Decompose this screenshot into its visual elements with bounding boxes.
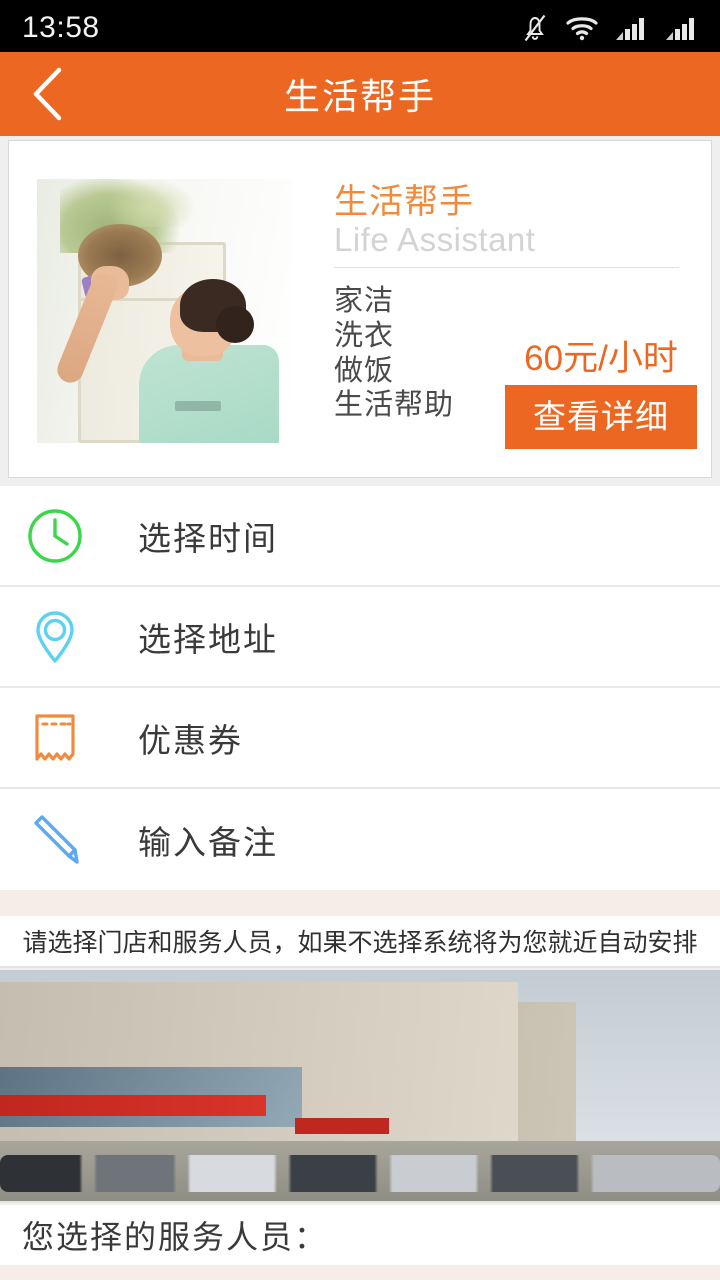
price-and-action: 60元/小时 查看详细: [505, 330, 697, 449]
store-selection-hint: 请选择门店和服务人员，如果不选择系统将为您就近自动安排: [0, 916, 720, 968]
store-photo: [0, 970, 720, 1201]
selected-staff-heading: 您选择的服务人员：: [22, 1219, 329, 1255]
store-list: 北京朝阳区店 8:00~17:00: [0, 970, 720, 1203]
status-bar: 13:58: [0, 0, 720, 52]
menu-item-enter-remark[interactable]: 输入备注: [0, 789, 720, 890]
brand-name-cn: 生活帮手: [334, 183, 474, 221]
clock-icon: [22, 503, 88, 569]
brand-divider: [334, 267, 679, 269]
status-bar-clock: 13:58: [22, 11, 100, 44]
service-banner-photo: [37, 179, 292, 443]
wifi-icon: [566, 15, 598, 41]
menu-item-label: 优惠券: [138, 721, 243, 759]
view-detail-button[interactable]: 查看详细: [505, 385, 697, 449]
service-banner-info: 生活帮手 Life Assistant 家洁 洗衣 做饭 生活帮助 60元/小时…: [334, 183, 697, 463]
section-separator: [0, 890, 720, 916]
service-price: 60元/小时: [524, 339, 678, 378]
store-selection-hint-text: 请选择门店和服务人员，如果不选择系统将为您就近自动安排: [22, 929, 698, 957]
service-banner-card[interactable]: 生活帮手 Life Assistant 家洁 洗衣 做饭 生活帮助 60元/小时…: [8, 140, 712, 478]
page-title: 生活帮手: [283, 76, 436, 117]
menu-item-label: 选择地址: [138, 620, 278, 658]
selected-staff-section: 您选择的服务人员：: [0, 1205, 720, 1265]
menu-item-label: 选择时间: [138, 519, 278, 557]
coupon-icon: [22, 705, 88, 771]
chevron-left-icon: [33, 67, 62, 121]
app-bar: 生活帮手: [0, 52, 720, 136]
back-button[interactable]: [0, 52, 96, 136]
menu-item-select-address[interactable]: 选择地址: [0, 587, 720, 688]
bell-muted-icon: [522, 13, 548, 43]
pencil-icon: [22, 807, 88, 873]
map-pin-icon: [22, 604, 88, 670]
app-root: 13:58 生活帮手 生活帮手 Life Assistant 家洁 洗衣 做饭 …: [0, 0, 720, 1280]
store-item[interactable]: 北京西大望路分店 9:00-18:00: [0, 970, 720, 1201]
booking-options-list: 选择时间 选择地址 优惠券 输入备注: [0, 486, 720, 890]
brand-name-en: Life Assistant: [334, 221, 536, 259]
menu-item-select-time[interactable]: 选择时间: [0, 486, 720, 587]
menu-item-label: 输入备注: [138, 823, 278, 861]
menu-item-coupon[interactable]: 优惠券: [0, 688, 720, 789]
service-list-item: 家洁: [334, 285, 395, 318]
signal-bars-icon: [616, 15, 648, 41]
status-bar-icons: [522, 13, 698, 43]
bottom-separator: [0, 1265, 720, 1280]
signal-bars-icon: [666, 15, 698, 41]
